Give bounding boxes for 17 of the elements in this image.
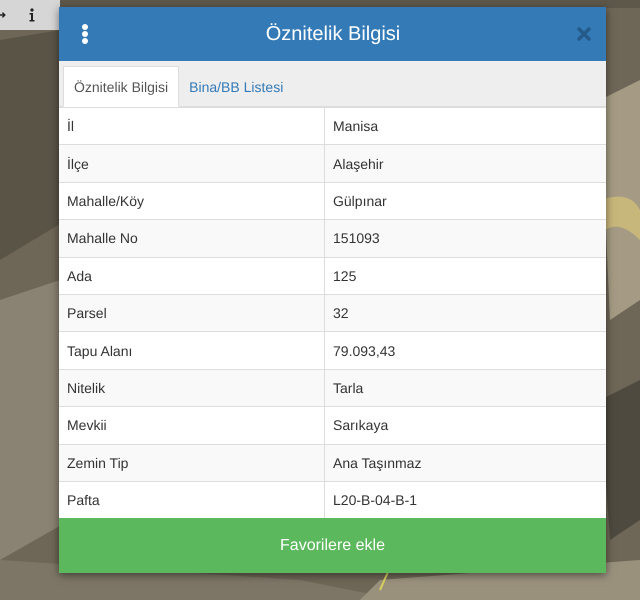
table-cell-text: Pafta bbox=[66, 491, 101, 510]
tab[interactable]: Bina/BB Listesi bbox=[179, 66, 294, 107]
table-cell-text: Zemin Tip bbox=[66, 454, 130, 473]
tab[interactable]: Öznitelik Bilgisi bbox=[63, 66, 180, 107]
menu-icon[interactable] bbox=[81, 24, 89, 44]
table-cell-text: Ada bbox=[66, 266, 93, 286]
info-icon[interactable] bbox=[28, 8, 36, 22]
add-favorites-button[interactable]: Favorilere ekle bbox=[59, 518, 606, 574]
table-cell-text: Mahalle No bbox=[66, 229, 139, 248]
table-cell-text: Mevkii bbox=[66, 416, 108, 436]
table-cell-text: İlçe bbox=[66, 154, 90, 174]
table-cell-text: Mahalle/Köy bbox=[66, 192, 146, 211]
table-cell-text: Nitelik bbox=[66, 378, 106, 398]
table-cell-text: Parsel bbox=[66, 304, 108, 324]
table-cell-text: Tapu Alanı bbox=[66, 342, 134, 361]
dialog-title: Öznitelik Bilgisi bbox=[264, 22, 402, 46]
table-cell-text: İl bbox=[66, 117, 75, 136]
